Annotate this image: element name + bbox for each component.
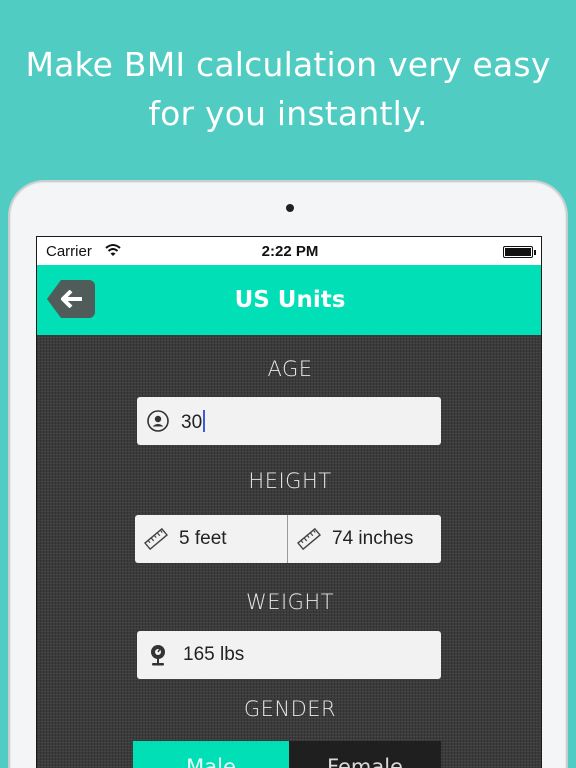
app-screen: Carrier 2:22 PM US Units AGE 30 HEIGHT 5… (36, 236, 542, 768)
camera-dot (286, 204, 294, 212)
height-feet-field[interactable]: 5 feet (135, 515, 287, 563)
height-inches-value: 74 inches (332, 528, 414, 549)
form-content: AGE 30 HEIGHT 5 feet 74 inches WEIGHT 16… (37, 335, 541, 768)
weight-label: WEIGHT (245, 590, 335, 614)
weight-value: 165 lbs (183, 644, 245, 665)
navigation-bar: US Units (37, 265, 541, 335)
promo-headline: Make BMI calculation very easy for you i… (0, 40, 576, 138)
promo-line-1: Make BMI calculation very easy (25, 45, 551, 84)
ruler-icon (297, 527, 321, 551)
gender-male-option[interactable]: Male (133, 741, 289, 768)
age-label: AGE (267, 357, 313, 381)
height-feet-value: 5 feet (179, 528, 227, 549)
ruler-icon (144, 527, 168, 551)
person-icon (147, 410, 169, 432)
text-cursor (203, 410, 206, 432)
age-value: 30 (181, 412, 203, 433)
gender-label: GENDER (243, 697, 337, 721)
height-inches-field[interactable]: 74 inches (288, 515, 441, 563)
page-title: US Units (234, 287, 346, 313)
age-field[interactable]: 30 (137, 397, 441, 445)
height-field-group: 5 feet 74 inches (135, 515, 441, 563)
scale-icon (151, 645, 165, 666)
weight-field[interactable]: 165 lbs (137, 631, 441, 679)
gender-female-option[interactable]: Female (289, 741, 441, 768)
ipad-frame: Carrier 2:22 PM US Units AGE 30 HEIGHT 5… (8, 180, 568, 768)
status-bar: Carrier 2:22 PM (37, 237, 541, 265)
status-time: 2:22 PM (261, 243, 319, 260)
height-label: HEIGHT (248, 469, 332, 493)
battery-icon (503, 246, 536, 258)
promo-line-2: for you instantly. (148, 94, 428, 133)
